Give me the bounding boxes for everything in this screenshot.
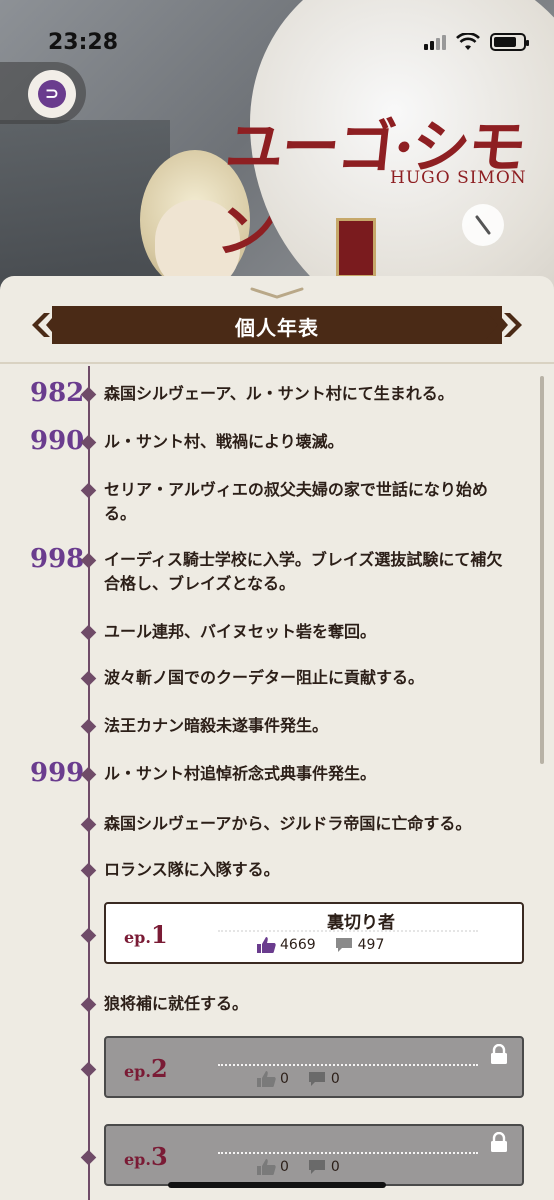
timeline-marker (80, 996, 97, 1013)
scrollbar[interactable] (540, 376, 544, 764)
timeline-text: ル・サント村追悼祈念式典事件発生。 (104, 764, 377, 783)
back-button[interactable]: ⊃ (28, 70, 76, 118)
title-redaction (218, 1064, 478, 1066)
timeline-year: 999 (30, 758, 85, 788)
comment-count[interactable]: 0 (307, 1158, 340, 1176)
timeline-text: 森国シルヴェーアから、ジルドラ帝国に亡命する。 (104, 814, 472, 833)
timeline-text: 法王カナン暗殺未遂事件発生。 (104, 716, 329, 735)
lock-icon (491, 1132, 507, 1152)
timeline-marker (80, 816, 97, 833)
battery-icon (490, 33, 529, 51)
episode-card-3[interactable]: ep.3 0 0 (104, 1124, 524, 1186)
timeline-text: 狼将補に就任する。 (104, 994, 249, 1013)
timeline-sheet: 個人年表 982 森国シルヴェーア、ル・サント村にて生まれる。 990 ル・サン… (0, 276, 554, 1200)
timeline-text: ロランス隊に入隊する。 (104, 860, 280, 879)
title-redaction (218, 930, 478, 932)
like-count[interactable]: 0 (256, 1070, 289, 1088)
timeline-text: ユール連邦、バイヌセット砦を奪回。 (104, 622, 377, 641)
section-header: 個人年表 (0, 306, 554, 364)
sword-icon[interactable] (462, 204, 504, 246)
timeline-marker (80, 1149, 97, 1166)
chevron-down-icon[interactable] (250, 286, 304, 300)
timeline-marker (80, 862, 97, 879)
timeline-marker (80, 1061, 97, 1078)
like-count[interactable]: 0 (256, 1158, 289, 1176)
comment-count[interactable]: 0 (307, 1070, 340, 1088)
timeline-list[interactable]: 982 森国シルヴェーア、ル・サント村にて生まれる。 990 ル・サント村、戦禍… (0, 366, 554, 1200)
timeline-text: イーディス騎士学校に入学。ブレイズ選抜試験にて補欠合格し、ブレイズとなる。 (104, 550, 503, 593)
timeline-marker (80, 670, 97, 687)
episode-card-1[interactable]: ep.1 裏切り者 4669 497 (104, 902, 524, 964)
title-redaction (218, 1152, 478, 1154)
timeline-year: 990 (30, 426, 85, 456)
comment-icon (335, 938, 352, 952)
episode-number: ep.1 (124, 920, 168, 949)
like-count[interactable]: 4669 (256, 936, 316, 954)
thumbs-up-icon (257, 1071, 276, 1087)
episode-number: ep.3 (124, 1142, 168, 1171)
episode-stats: 0 0 (256, 1158, 340, 1176)
timeline-text: 森国シルヴェーア、ル・サント村にて生まれる。 (104, 384, 454, 403)
status-time: 23:28 (48, 30, 119, 55)
timeline-marker (80, 718, 97, 735)
timeline-marker (80, 482, 97, 499)
comment-count[interactable]: 497 (334, 936, 384, 954)
timeline-year: 998 (30, 544, 85, 574)
timeline-text: ル・サント村、戦禍により壊滅。 (104, 432, 344, 451)
status-icons (424, 33, 529, 51)
character-name-romaji: HUGO SIMON (390, 168, 527, 188)
timeline-year: 982 (30, 378, 85, 408)
timeline-text: セリア・アルヴィエの叔父夫婦の家で世話になり始める。 (104, 480, 488, 523)
emblem-badge (336, 218, 376, 278)
timeline-text: 波々斬ノ国でのクーデター阻止に貢献する。 (104, 668, 425, 687)
wifi-icon (456, 33, 480, 50)
timeline-marker (80, 927, 97, 944)
divider (0, 362, 554, 364)
timeline-marker (80, 624, 97, 641)
back-arrow-icon: ⊃ (38, 80, 66, 108)
section-title: 個人年表 (235, 316, 319, 340)
signal-icon (424, 34, 446, 50)
thumbs-up-icon (257, 937, 276, 953)
comment-icon (308, 1160, 325, 1174)
episode-card-2[interactable]: ep.2 0 0 (104, 1036, 524, 1098)
comment-icon (308, 1072, 325, 1086)
lock-icon (491, 1044, 507, 1064)
episode-number: ep.2 (124, 1054, 168, 1083)
thumbs-up-icon (257, 1159, 276, 1175)
episode-stats: 4669 497 (256, 936, 384, 954)
episode-stats: 0 0 (256, 1070, 340, 1088)
home-indicator[interactable] (168, 1182, 386, 1188)
